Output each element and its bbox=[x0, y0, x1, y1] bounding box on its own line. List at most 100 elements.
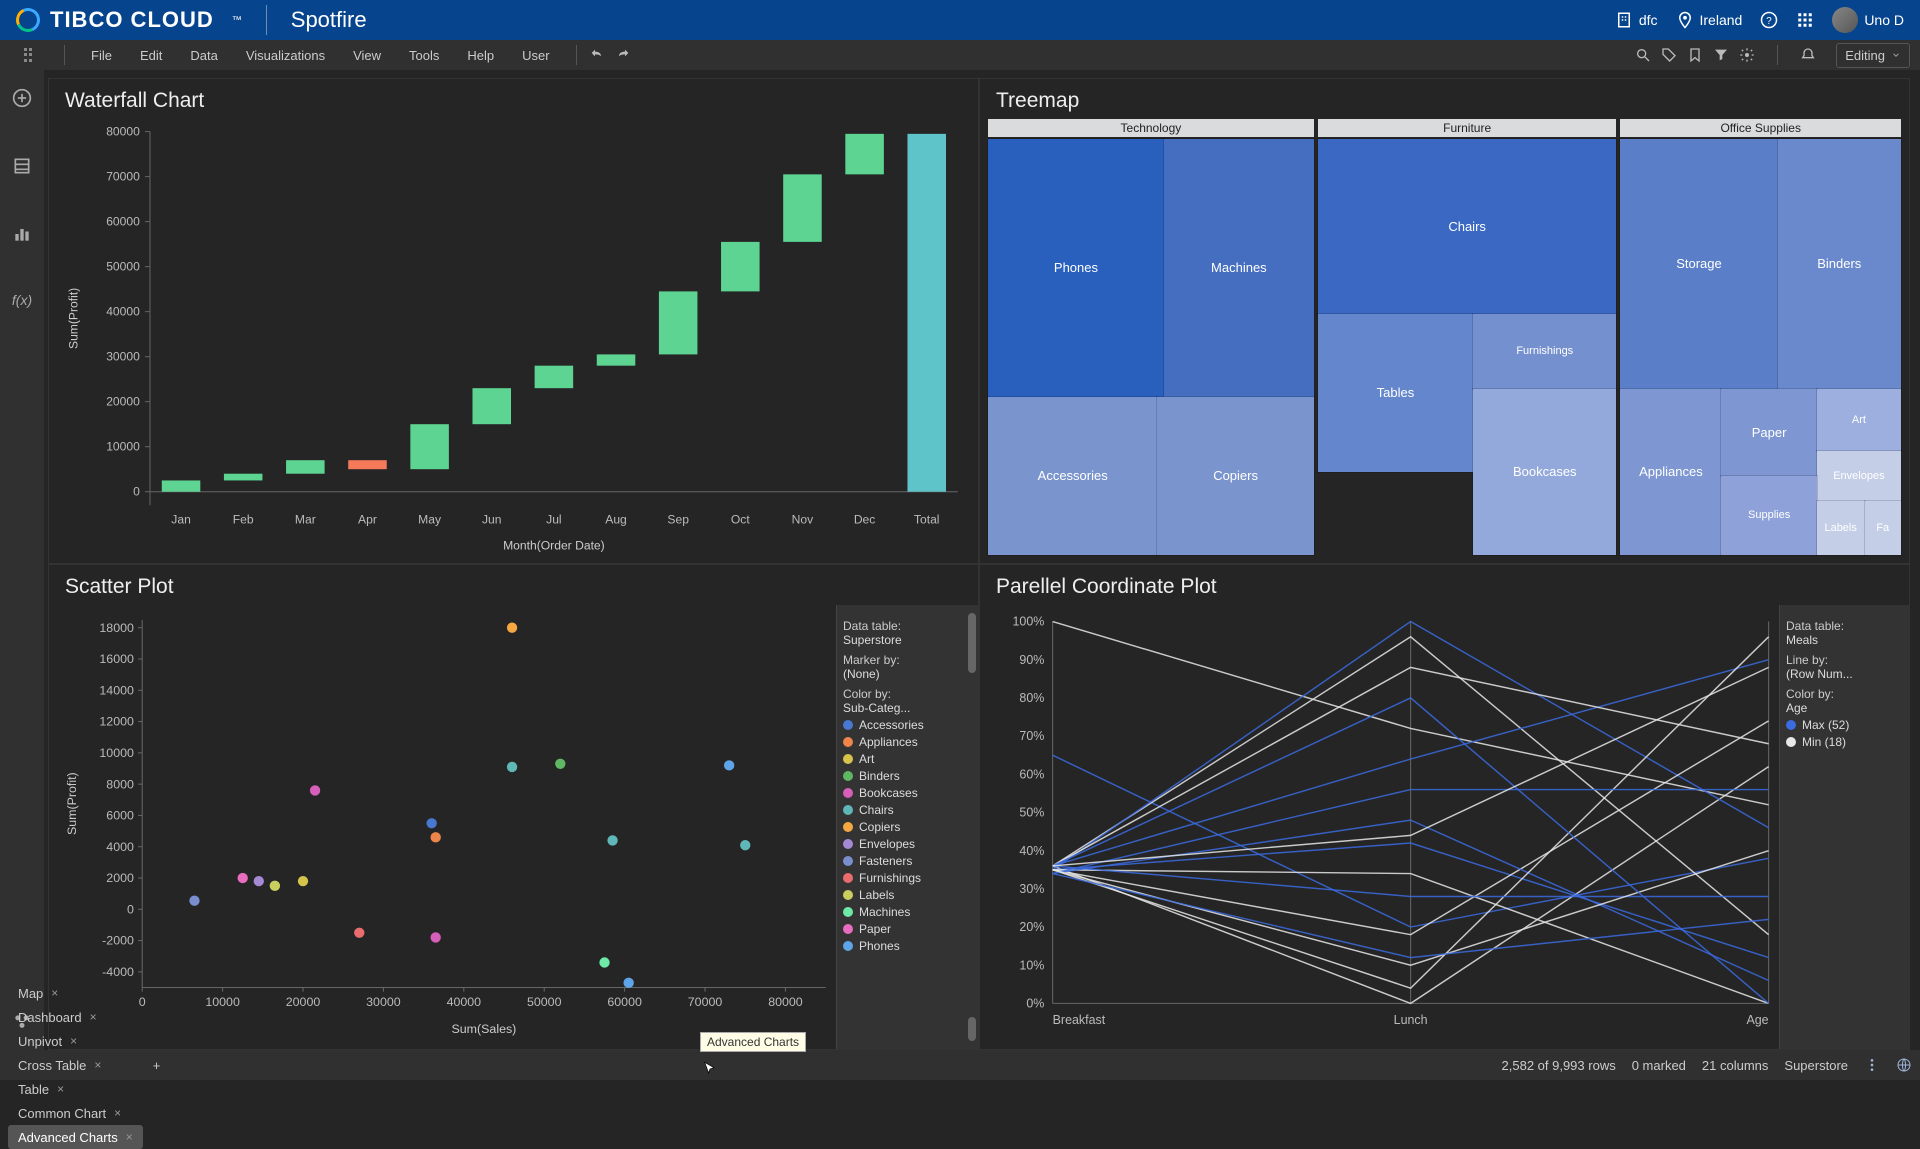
mode-dropdown[interactable]: Editing bbox=[1836, 43, 1910, 68]
legend-item[interactable]: Machines bbox=[843, 905, 960, 919]
treemap-cell[interactable]: Supplies bbox=[1721, 476, 1816, 555]
tab-add[interactable]: + bbox=[143, 1053, 171, 1077]
treemap-cell[interactable]: Furnishings bbox=[1473, 314, 1616, 389]
legend-item[interactable]: Accessories bbox=[843, 718, 960, 732]
tab-map[interactable]: Map× bbox=[8, 981, 143, 1005]
bell-icon[interactable] bbox=[1800, 47, 1816, 63]
tab-dashboard[interactable]: Dashboard× bbox=[8, 1005, 143, 1029]
tab-close-icon[interactable]: × bbox=[51, 986, 58, 1000]
treemap-cell[interactable]: Storage bbox=[1620, 139, 1777, 389]
treemap-cell[interactable]: Fa bbox=[1865, 501, 1901, 555]
menu-item-edit[interactable]: Edit bbox=[126, 48, 176, 63]
status-rows: 2,582 of 9,993 rows bbox=[1502, 1058, 1616, 1073]
legend-item[interactable]: Copiers bbox=[843, 820, 960, 834]
treemap-cell[interactable]: Bookcases bbox=[1473, 389, 1616, 555]
svg-text:10000: 10000 bbox=[106, 440, 140, 454]
tab-advanced-charts[interactable]: Advanced Charts× bbox=[8, 1125, 143, 1149]
legend-item[interactable]: Fasteners bbox=[843, 854, 960, 868]
treemap-cell[interactable]: Copiers bbox=[1157, 397, 1313, 555]
svg-text:Nov: Nov bbox=[792, 512, 814, 526]
chevron-down-icon bbox=[1891, 50, 1901, 60]
grip-icon[interactable] bbox=[24, 48, 38, 62]
legend-item[interactable]: Chairs bbox=[843, 803, 960, 817]
parallel-title: Parellel Coordinate Plot bbox=[980, 565, 1909, 605]
menu-item-view[interactable]: View bbox=[339, 48, 395, 63]
help-icon[interactable]: ? bbox=[1760, 11, 1778, 29]
menu-item-file[interactable]: File bbox=[77, 48, 126, 63]
menu-item-visualizations[interactable]: Visualizations bbox=[232, 48, 339, 63]
filter-icon[interactable] bbox=[1713, 47, 1729, 63]
tab-common-chart[interactable]: Common Chart× bbox=[8, 1101, 143, 1125]
chart-panel-icon[interactable] bbox=[12, 224, 32, 244]
tag-icon[interactable] bbox=[1661, 47, 1677, 63]
treemap-cell[interactable]: Machines bbox=[1164, 139, 1314, 397]
data-panel-icon[interactable] bbox=[12, 156, 32, 176]
treemap-cell[interactable]: Phones bbox=[988, 139, 1164, 397]
tab-cross-table[interactable]: Cross Table× bbox=[8, 1053, 143, 1077]
legend-item[interactable]: Labels bbox=[843, 888, 960, 902]
legend-item[interactable]: Max (52) bbox=[1786, 718, 1903, 732]
treemap-cell[interactable]: Envelopes bbox=[1817, 451, 1901, 501]
add-icon[interactable] bbox=[12, 88, 32, 108]
parallel-chart[interactable]: 0%10%20%30%40%50%60%70%80%90%100%Breakfa… bbox=[980, 605, 1779, 1049]
legend-item[interactable]: Bookcases bbox=[843, 786, 960, 800]
legend-item[interactable]: Appliances bbox=[843, 735, 960, 749]
tab-close-icon[interactable]: × bbox=[94, 1058, 101, 1072]
svg-text:0%: 0% bbox=[1026, 997, 1044, 1011]
fx-icon[interactable]: f(x) bbox=[12, 292, 32, 308]
dept-picker[interactable]: dfc bbox=[1615, 11, 1658, 29]
treemap-cell[interactable]: Binders bbox=[1778, 139, 1901, 389]
menu-item-user[interactable]: User bbox=[508, 48, 563, 63]
scatter-chart[interactable]: -4000-2000020004000600080001000012000140… bbox=[49, 605, 836, 1049]
legend-item[interactable]: Min (18) bbox=[1786, 735, 1903, 749]
gear-icon[interactable] bbox=[1739, 47, 1755, 63]
waterfall-chart[interactable]: 0100002000030000400005000060000700008000… bbox=[49, 119, 978, 564]
tab-close-icon[interactable]: × bbox=[70, 1034, 77, 1048]
tab-close-icon[interactable]: × bbox=[114, 1106, 121, 1120]
tab-close-icon[interactable]: × bbox=[90, 1010, 97, 1024]
svg-text:12000: 12000 bbox=[99, 715, 134, 729]
treemap-cell[interactable]: Tables bbox=[1318, 314, 1473, 472]
redo-icon[interactable] bbox=[615, 47, 631, 63]
search-icon[interactable] bbox=[1635, 47, 1651, 63]
bookmark-icon[interactable] bbox=[1687, 47, 1703, 63]
parallel-panel[interactable]: Parellel Coordinate Plot 0%10%20%30%40%5… bbox=[979, 564, 1910, 1050]
svg-text:14000: 14000 bbox=[99, 683, 134, 697]
treemap-cell[interactable]: Art bbox=[1817, 389, 1901, 451]
legend-item[interactable]: Furnishings bbox=[843, 871, 960, 885]
legend-item[interactable]: Binders bbox=[843, 769, 960, 783]
svg-text:Jan: Jan bbox=[171, 512, 191, 526]
tab-unpivot[interactable]: Unpivot× bbox=[8, 1029, 143, 1053]
undo-icon[interactable] bbox=[589, 47, 605, 63]
status-table[interactable]: Superstore bbox=[1784, 1058, 1848, 1073]
tab-close-icon[interactable]: × bbox=[57, 1082, 64, 1096]
treemap-chart[interactable]: TechnologyPhonesMachinesAccessoriesCopie… bbox=[980, 119, 1909, 563]
legend-scrollbar[interactable] bbox=[966, 605, 978, 1049]
user-menu[interactable]: Uno D bbox=[1832, 7, 1904, 33]
globe-icon[interactable] bbox=[1896, 1057, 1912, 1073]
menu-item-data[interactable]: Data bbox=[176, 48, 231, 63]
more-icon[interactable] bbox=[1864, 1057, 1880, 1073]
treemap-cell[interactable]: Chairs bbox=[1318, 139, 1617, 314]
legend-item[interactable]: Envelopes bbox=[843, 837, 960, 851]
scatter-panel[interactable]: Scatter Plot -4000-200002000400060008000… bbox=[48, 564, 979, 1050]
apps-grid-icon[interactable] bbox=[1796, 11, 1814, 29]
svg-text:4000: 4000 bbox=[106, 840, 134, 854]
legend-item[interactable]: Paper bbox=[843, 922, 960, 936]
svg-text:Oct: Oct bbox=[731, 512, 750, 526]
legend-item[interactable]: Art bbox=[843, 752, 960, 766]
location-picker[interactable]: Ireland bbox=[1676, 11, 1743, 29]
treemap-panel[interactable]: Treemap TechnologyPhonesMachinesAccessor… bbox=[979, 78, 1910, 564]
treemap-cell[interactable]: Labels bbox=[1817, 501, 1865, 555]
menu-item-help[interactable]: Help bbox=[453, 48, 508, 63]
legend-item[interactable]: Phones bbox=[843, 939, 960, 953]
svg-text:6000: 6000 bbox=[106, 809, 134, 823]
tab-close-icon[interactable]: × bbox=[126, 1130, 133, 1144]
pin-icon bbox=[1676, 11, 1694, 29]
treemap-cell[interactable]: Accessories bbox=[988, 397, 1157, 555]
treemap-cell[interactable]: Paper bbox=[1721, 389, 1816, 476]
menu-item-tools[interactable]: Tools bbox=[395, 48, 453, 63]
treemap-cell[interactable]: Appliances bbox=[1620, 389, 1721, 555]
tab-table[interactable]: Table× bbox=[8, 1077, 143, 1101]
waterfall-panel[interactable]: Waterfall Chart 010000200003000040000500… bbox=[48, 78, 979, 564]
